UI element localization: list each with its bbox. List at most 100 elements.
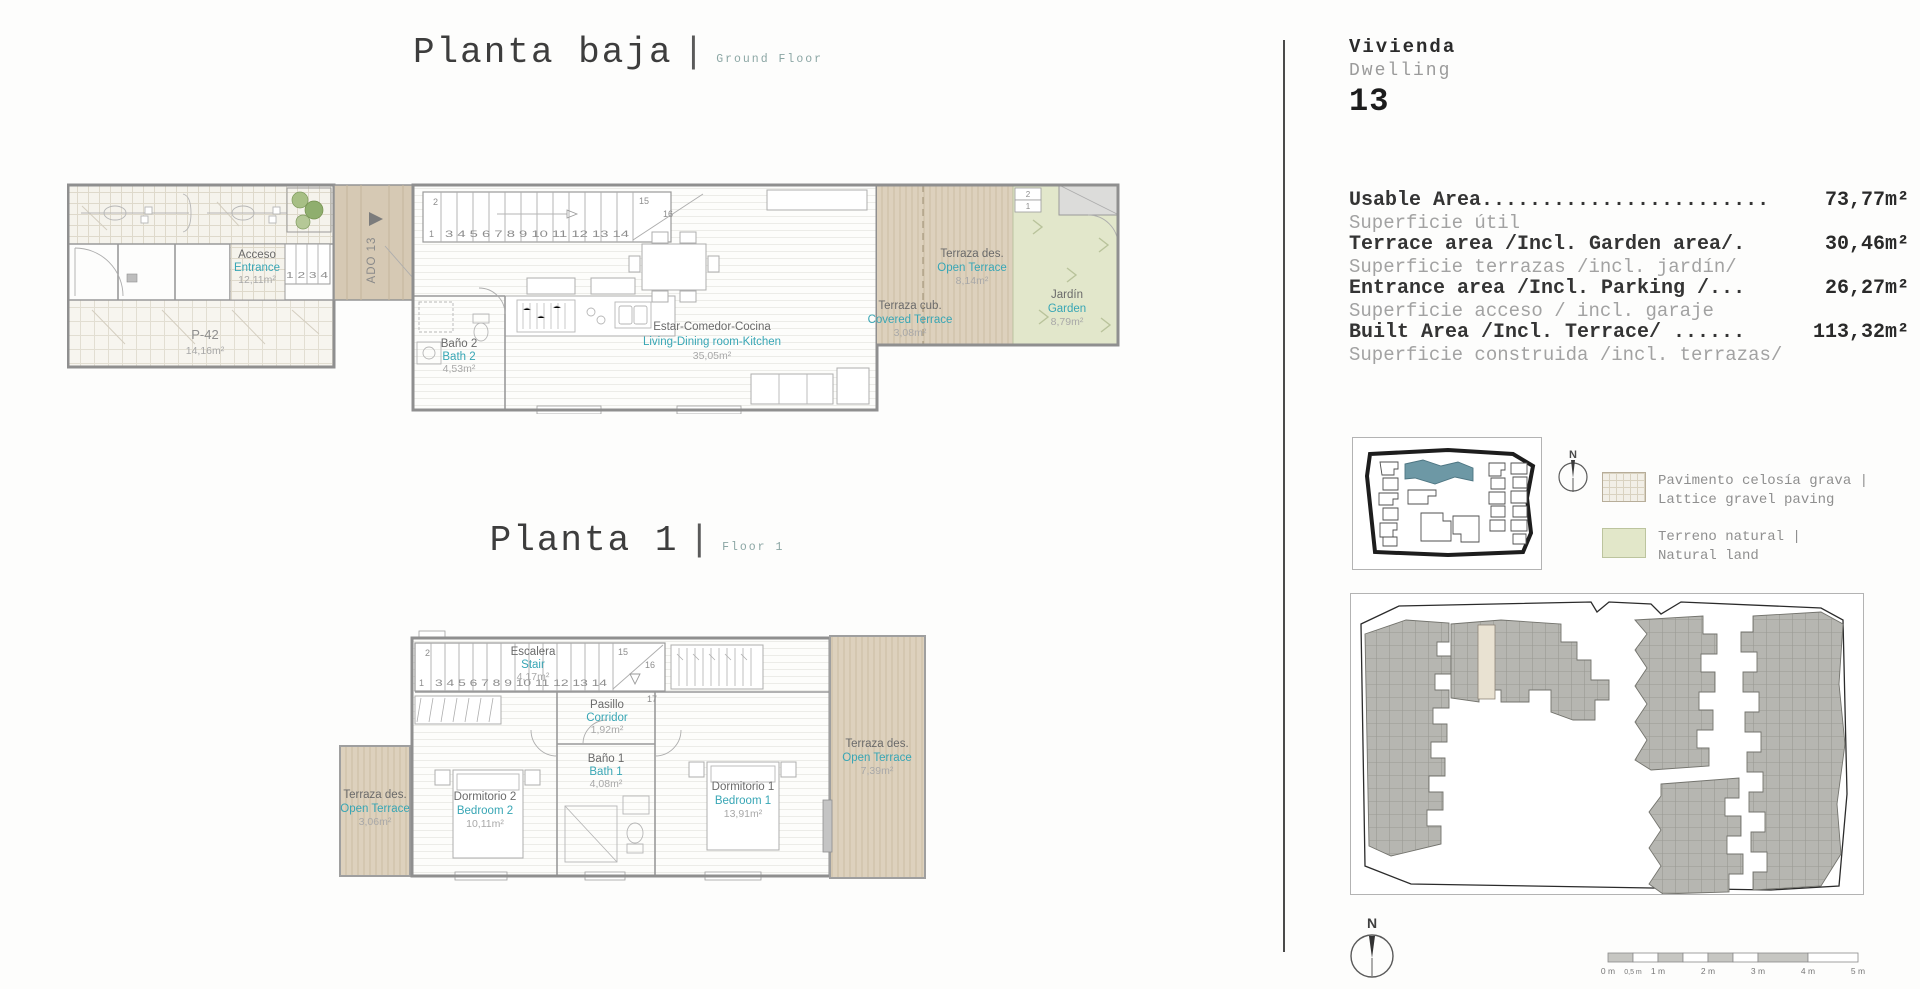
svg-text:7,39m²: 7,39m²	[861, 765, 894, 777]
svg-text:Escalera: Escalera	[511, 646, 556, 658]
area-sublabel: Superficie construida /incl. terrazas/	[1349, 344, 1909, 366]
svg-text:Stair: Stair	[521, 659, 545, 671]
svg-text:Bedroom 1: Bedroom 1	[715, 795, 771, 807]
acceso-label: Acceso Entrance 12,11m²	[234, 249, 280, 286]
legend: Pavimento celosía grava | Lattice gravel…	[1602, 472, 1868, 584]
svg-text:Bath 1: Bath 1	[589, 766, 622, 778]
bath2-label: Baño 2 Bath 2 4,53m²	[441, 338, 477, 375]
area-label: Entrance area /Incl. Parking /...	[1349, 278, 1745, 300]
keyplan-compass-icon: N	[1552, 446, 1594, 500]
svg-text:Open Terrace: Open Terrace	[340, 803, 409, 815]
title-separator: |	[683, 32, 707, 73]
ground-floor-title: Planta baja| Ground Floor	[288, 32, 948, 73]
svg-text:3,06m²: 3,06m²	[359, 816, 392, 828]
floor1-title-en: Floor 1	[722, 541, 784, 554]
entrance-steps-numbers: 1 2 3 4	[286, 271, 329, 280]
corridor-label: Pasillo Corridor 1,92m²	[586, 699, 628, 736]
area-value: 73,77m²	[1825, 190, 1909, 212]
ground-floor-title-es: Planta baja	[413, 32, 673, 73]
legend-item-lattice: Pavimento celosía grava | Lattice gravel…	[1602, 472, 1868, 510]
floor1-terrace-right: Terraza des. Open Terrace 7,39m²	[823, 636, 925, 878]
area-sublabel: Superficie acceso / incl. garaje	[1349, 300, 1909, 322]
legend-item-natural: Terreno natural | Natural land	[1602, 528, 1868, 566]
legend-label-en: Lattice gravel paving	[1658, 491, 1868, 510]
scale-tick: 5 m	[1851, 966, 1865, 976]
ado-label: ADO 13	[366, 237, 378, 284]
legend-label-es: Pavimento celosía grava |	[1658, 472, 1868, 491]
floor1-title-es: Planta 1	[490, 520, 679, 561]
svg-text:Dormitorio 1: Dormitorio 1	[712, 781, 775, 793]
key-plan	[1352, 437, 1542, 570]
svg-text:Terraza cub.: Terraza cub.	[878, 300, 941, 312]
sideboard	[767, 190, 867, 210]
dwelling-label-en: Dwelling	[1349, 61, 1456, 81]
stair-number: 1	[429, 229, 434, 239]
area-row: Entrance area /Incl. Parking /... 26,27m…	[1349, 278, 1909, 300]
garage-door-arc	[75, 248, 123, 296]
garden-label: Jardín Garden 8,79m²	[1048, 289, 1086, 328]
stair-number: 2	[425, 648, 430, 658]
keyplan-highlighted-building	[1405, 460, 1473, 484]
svg-text:4,17m²: 4,17m²	[517, 671, 550, 683]
svg-text:14,16m²: 14,16m²	[186, 345, 225, 357]
site-plan	[1350, 593, 1864, 895]
svg-text:8,79m²: 8,79m²	[1051, 316, 1084, 328]
area-sublabel: Superficie terrazas /incl. jardín/	[1349, 256, 1909, 278]
step-number: 1	[1026, 202, 1031, 211]
area-row: Usable Area........................ 73,7…	[1349, 190, 1909, 212]
scale-tick: 1 m	[1651, 966, 1665, 976]
svg-text:P-42: P-42	[191, 327, 218, 342]
svg-text:Living-Dining room-Kitchen: Living-Dining room-Kitchen	[643, 336, 781, 348]
dwelling-label-es: Vivienda	[1349, 36, 1456, 58]
area-label: Built Area /Incl. Terrace/ ......	[1349, 322, 1745, 344]
floor1-main: 2 1 3 4 5 6 7 8 9 10 11 12 13 14 15 16 1…	[412, 631, 830, 880]
svg-text:1,92m²: 1,92m²	[591, 724, 624, 736]
terrace-garden-zone: 2 1 Terraza des. Open Terrace 8,14m² Ter…	[868, 185, 1119, 345]
svg-text:3,08m²: 3,08m²	[894, 327, 927, 339]
stair-number: 16	[663, 209, 673, 219]
ground-floor-plan: 1 2 3 4 Acceso Entrance 12,11m² P-42 14,…	[67, 182, 1120, 414]
siteplan-buildings	[1365, 612, 1845, 894]
legend-label-es: Terreno natural |	[1658, 528, 1801, 547]
svg-text:8,14m²: 8,14m²	[956, 275, 989, 287]
svg-text:Terraza des.: Terraza des.	[343, 789, 406, 801]
siteplan-highlighted-dwelling	[1478, 625, 1495, 699]
svg-text:4,08m²: 4,08m²	[590, 778, 623, 790]
svg-text:Covered Terrace: Covered Terrace	[868, 314, 953, 326]
garden-steps: 2 1	[1015, 188, 1041, 212]
stair-run-numbers: 3 4 5 6 7 8 9 10 11 12 13 14	[445, 229, 629, 239]
scale-tick: 4 m	[1801, 966, 1815, 976]
svg-text:Estar-Comedor-Cocina: Estar-Comedor-Cocina	[653, 321, 771, 333]
scale-bar: 0 m 0,5 m 1 m 2 m 3 m 4 m 5 m	[1600, 950, 1890, 980]
svg-text:Jardín: Jardín	[1051, 289, 1083, 301]
scale-tick: 2 m	[1701, 966, 1715, 976]
lattice-paving-swatch	[1602, 472, 1646, 502]
svg-text:10,11m²: 10,11m²	[466, 818, 504, 830]
svg-text:Bath 2: Bath 2	[442, 351, 475, 363]
dwelling-number: 13	[1349, 83, 1456, 120]
legend-label-en: Natural land	[1658, 547, 1801, 566]
natural-land-swatch	[1602, 528, 1646, 558]
area-value: 113,32m²	[1813, 322, 1909, 344]
planter	[287, 188, 331, 232]
title-separator: |	[688, 520, 712, 561]
north-compass-icon: N	[1341, 912, 1403, 988]
svg-text:35,05m²: 35,05m²	[693, 350, 732, 362]
plan-sheet: Planta baja|Ground Floor Planta 1|Floor …	[0, 0, 1920, 989]
ado-ramp: ADO 13	[334, 185, 413, 300]
area-summary: Usable Area........................ 73,7…	[1349, 190, 1909, 366]
ground-floor-title-en: Ground Floor	[716, 53, 823, 66]
area-value: 30,46m²	[1825, 234, 1909, 256]
stair-number: 15	[639, 196, 649, 206]
svg-text:4,53m²: 4,53m²	[443, 363, 476, 375]
panel-divider	[1283, 40, 1285, 952]
compass-n-label: N	[1569, 449, 1577, 461]
svg-text:Bedroom 2: Bedroom 2	[457, 805, 513, 817]
svg-text:Dormitorio 2: Dormitorio 2	[454, 791, 517, 803]
entrance-steps: 1 2 3 4	[285, 244, 330, 284]
scale-tick: 0 m	[1601, 966, 1615, 976]
svg-text:Baño 2: Baño 2	[441, 338, 477, 350]
stair-number: 2	[433, 197, 438, 207]
living-area: 2 1 3 4 5 6 7 8 9 10 11 12 13 14 15 16 1…	[413, 185, 877, 414]
floor1-terrace-left: Terraza des. Open Terrace 3,06m²	[340, 746, 410, 876]
